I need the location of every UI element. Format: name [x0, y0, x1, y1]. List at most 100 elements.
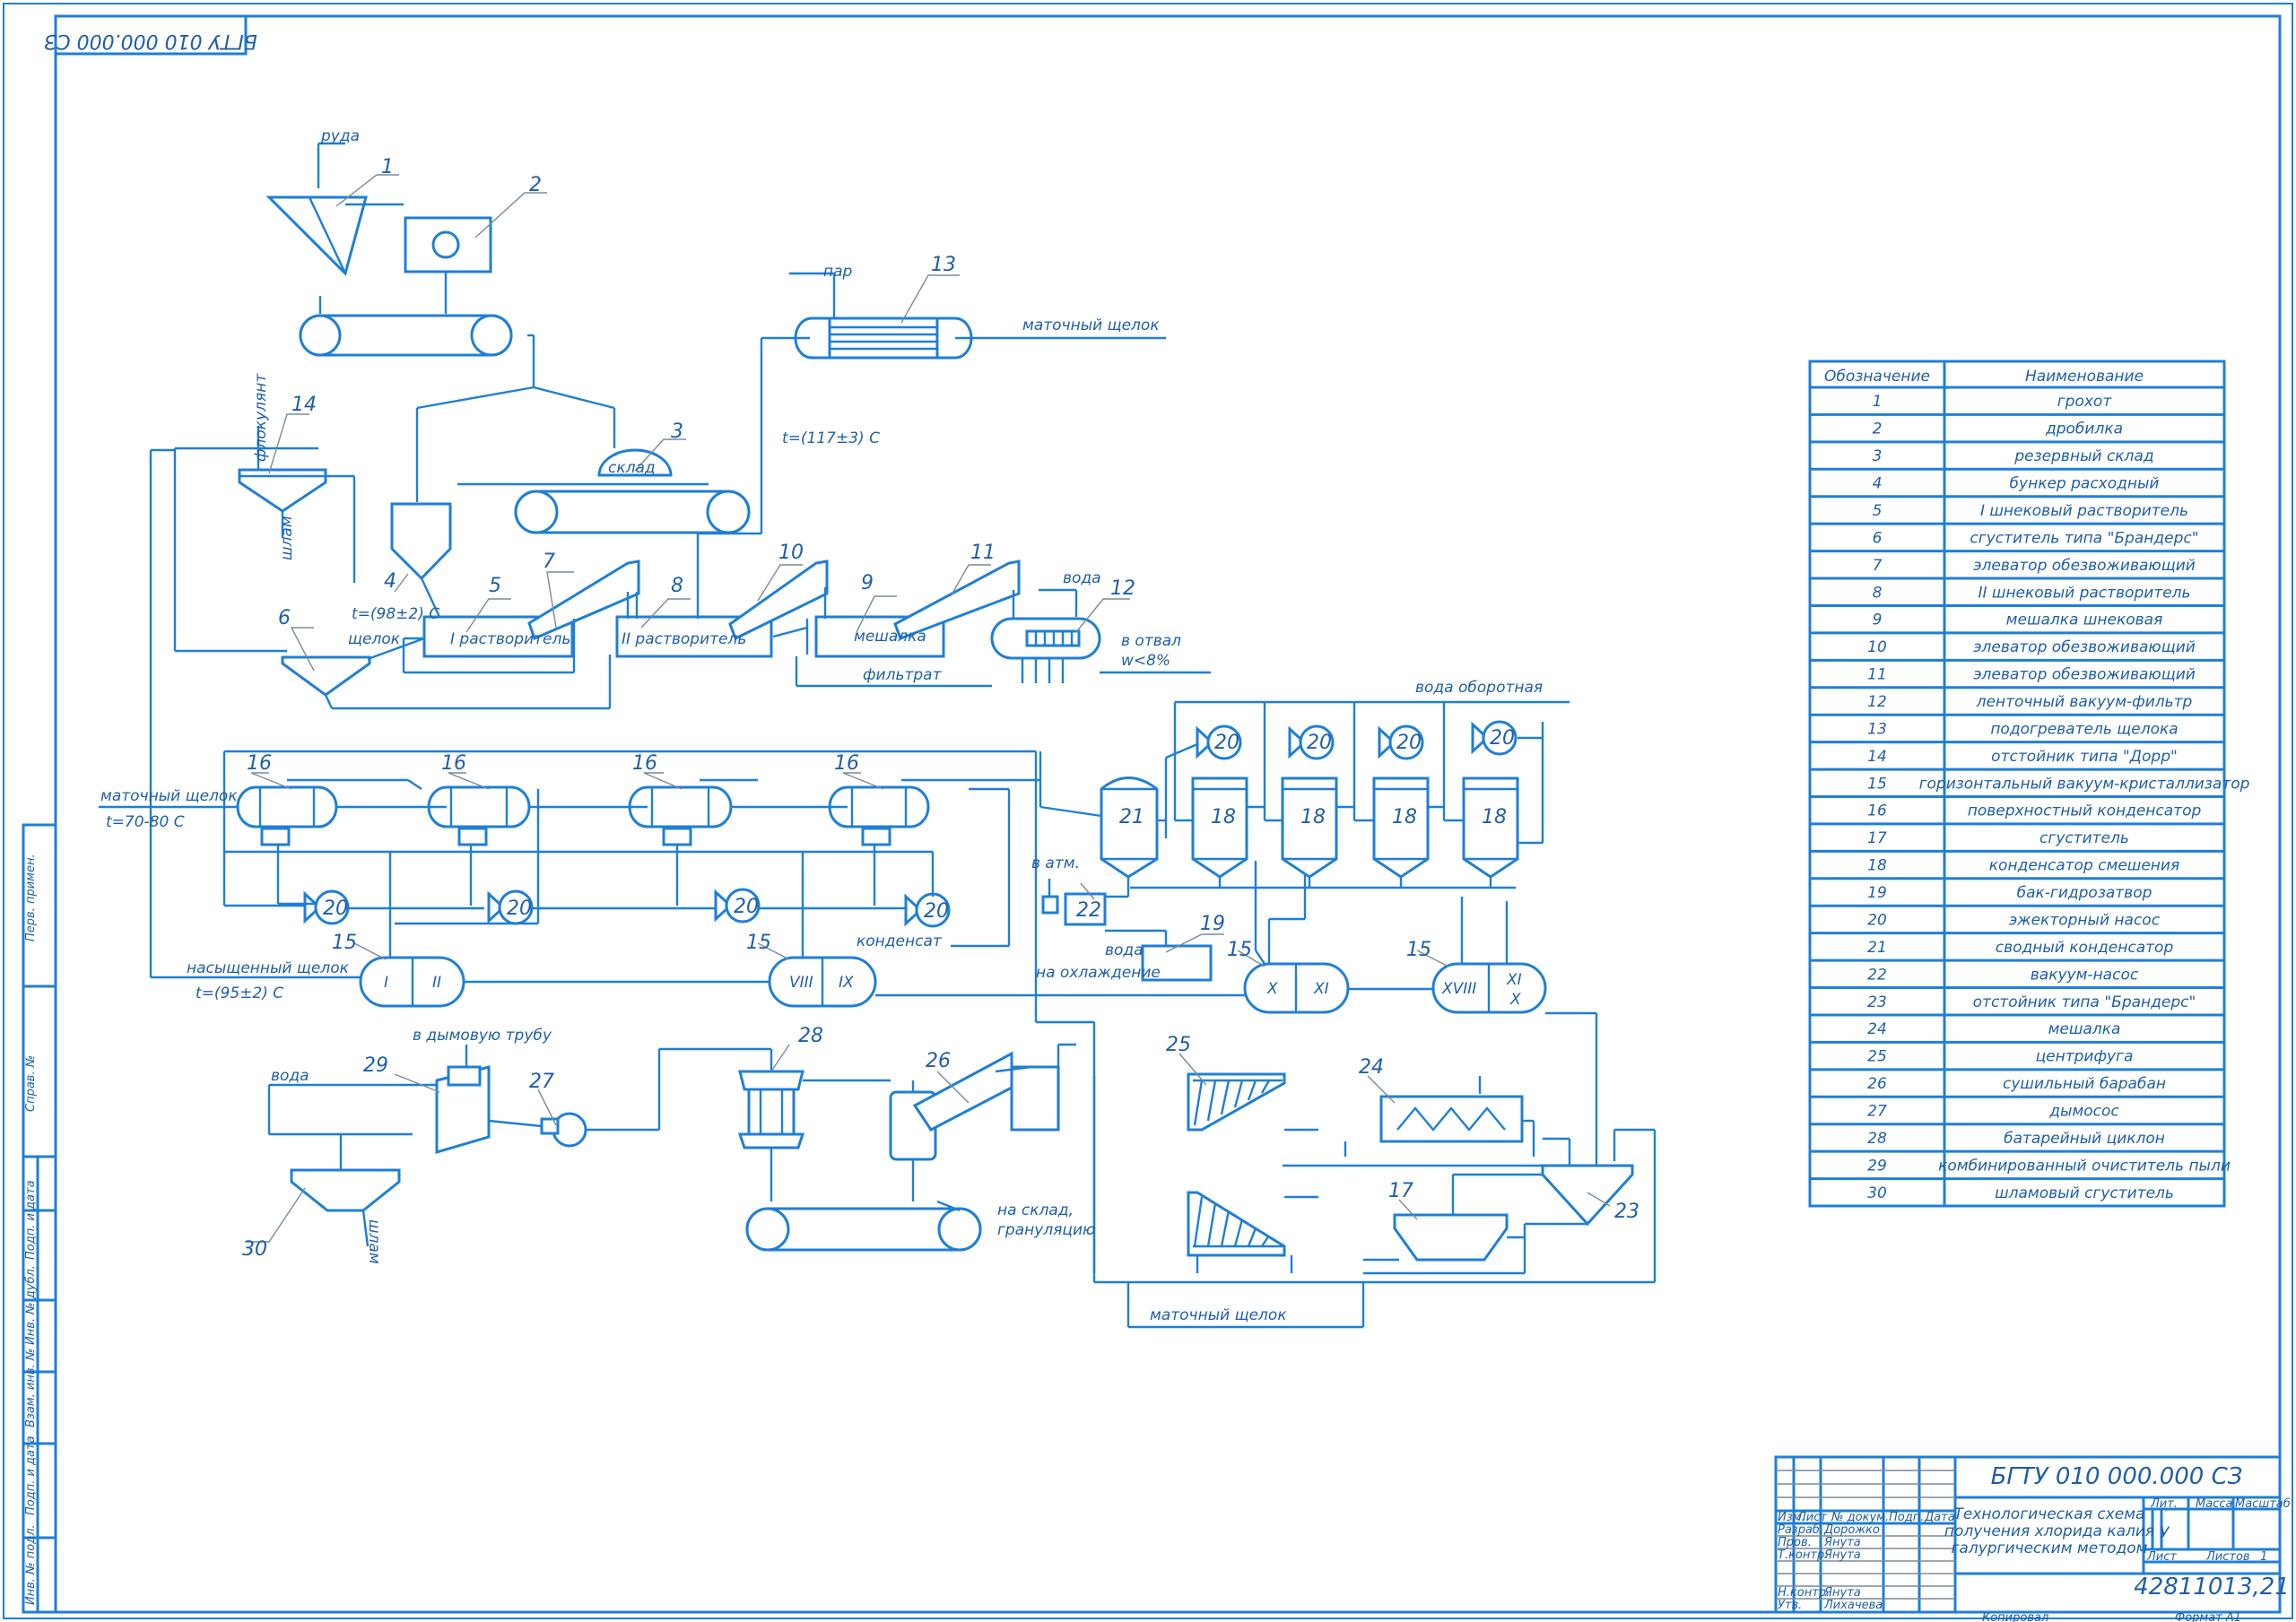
cr-label-1: I [384, 974, 388, 992]
pos-10: 10 [778, 542, 804, 564]
spec-code: 16 [1867, 802, 1887, 820]
pos-23: 23 [1614, 1201, 1639, 1223]
spec-code: 28 [1867, 1130, 1887, 1148]
label-v-atm: в атм. [1031, 854, 1080, 872]
label-voda-oborotnaya: вода оборотная [1415, 679, 1543, 697]
pos-20c: 20 [1396, 732, 1422, 754]
pos-16d: 16 [834, 752, 859, 775]
title-line-3: галургическим методом [1951, 1540, 2147, 1557]
pos-22: 22 [1076, 899, 1101, 922]
spec-name: бак-гидрозатвор [2017, 884, 2152, 902]
tb-name-nkontr: Янута [1823, 1586, 1861, 1600]
tb-role-tkontr: Т.контр. [1778, 1548, 1828, 1562]
spec-code: 7 [1873, 557, 1883, 575]
spec-name: центрифуга [2036, 1048, 2134, 1066]
spec-code: 15 [1867, 775, 1887, 793]
tb-role-razrab: Разраб. [1778, 1523, 1823, 1537]
belt-conveyor-top [299, 314, 513, 357]
crystallizer-15a [359, 956, 465, 1008]
label-voda-bottom: вода [271, 1067, 309, 1085]
pos-20d: 20 [1490, 727, 1515, 750]
pos-20f: 20 [507, 898, 532, 920]
stream-labels: руда флокулянт шлам склад пар маточный щ… [100, 127, 1543, 1324]
spec-code: 8 [1873, 584, 1883, 602]
tb-role-prov: Пров. [1778, 1536, 1812, 1549]
tb-hdr-podp: Подп. [1889, 1511, 1924, 1524]
ejector-pumps-20-upper [1196, 720, 1518, 760]
pos-15d: 15 [1406, 939, 1431, 961]
pos-30: 30 [242, 1238, 267, 1261]
strip-podp2: Подп. и дата [24, 1436, 38, 1515]
spec-code: 1 [1873, 393, 1883, 411]
pos-28: 28 [798, 1025, 823, 1047]
spec-name: подогреватель щелока [1990, 720, 2178, 738]
dryer-26 [889, 1051, 1060, 1161]
spec-name: элеватор обезвоживающий [1973, 557, 2196, 575]
dust-cleaner-29 [435, 1065, 491, 1155]
pos-9: 9 [861, 572, 874, 594]
spec-code: 21 [1867, 939, 1887, 957]
pos-3: 3 [671, 421, 683, 443]
label-matochny-top: маточный щелок [1022, 317, 1160, 334]
spec-code: 18 [1867, 857, 1887, 875]
pos-20h: 20 [924, 900, 949, 923]
belt-conveyor-store [514, 490, 751, 534]
spec-code: 10 [1867, 638, 1887, 656]
thickener-17 [1393, 1213, 1509, 1262]
spec-code: 29 [1867, 1157, 1887, 1175]
label-voda-ohl1: вода [1105, 941, 1144, 959]
spec-name: резервный склад [2013, 447, 2153, 465]
pos-20g: 20 [734, 896, 759, 918]
tb-role-utv: Утв. [1778, 1599, 1802, 1612]
spec-name: вакуум-насос [2031, 966, 2139, 984]
tb-hdr-data: Дата [1924, 1511, 1955, 1524]
spec-name: мешалка шнековая [2006, 612, 2163, 629]
battery-cyclone-28 [737, 1070, 805, 1149]
heater-13 [794, 317, 973, 360]
tb-copied: Копировал [1982, 1611, 2048, 1622]
tb-name-prov: Янута [1823, 1536, 1861, 1549]
pos-18d: 18 [1482, 806, 1507, 828]
pos-20b: 20 [1307, 732, 1332, 754]
pos-5: 5 [489, 575, 501, 597]
spec-code: 27 [1867, 1102, 1887, 1120]
tb-massa-hdr: Масса [2196, 1497, 2232, 1511]
thickener-6 [281, 655, 371, 697]
label-shlam: шлам [278, 516, 296, 560]
strip-vzam: Взам. инв. № [24, 1349, 38, 1427]
title-line-1: Технологическая схема [1954, 1505, 2145, 1523]
label-voda-ohl2: на охлаждение [1036, 964, 1161, 982]
pos-4: 4 [384, 570, 396, 593]
spec-name: I шнековый растворитель [1980, 502, 2188, 520]
doc-code-stamp: БГТУ 010 000.000 СЗ [44, 30, 257, 52]
label-v-otval: в отвал [1121, 632, 1181, 650]
label-matochny-mid: маточный щелок [100, 787, 238, 805]
cr-label-5: X [1266, 980, 1278, 998]
pos-13: 13 [931, 254, 956, 276]
spec-name: батарейный циклон [2004, 1130, 2165, 1148]
label-matochny-bottom: маточный щелок [1150, 1306, 1287, 1324]
pos-16b: 16 [441, 752, 466, 775]
tb-scale-hdr: Масштаб [2235, 1497, 2291, 1511]
label-kondensat: конденсат [857, 932, 943, 950]
spec-code: 14 [1867, 748, 1887, 766]
surface-condenser-16d [828, 785, 930, 846]
spec-code: 5 [1873, 502, 1883, 520]
spec-name: бункер расходный [2010, 475, 2160, 493]
pos-11: 11 [970, 542, 996, 564]
label-w: w<8% [1121, 652, 1170, 670]
pos-18a: 18 [1211, 806, 1236, 828]
pos-18c: 18 [1392, 806, 1417, 828]
label-flokulyant: флокулянт [252, 373, 270, 462]
process-flow-drawing: БГТУ 010 000.000 СЗ Перв. примен. Справ.… [3, 3, 2293, 1622]
tb-name-tkontr: Янута [1823, 1548, 1861, 1562]
spec-name: отстойник типа "Дорр" [1991, 748, 2178, 766]
spec-name: II шнековый растворитель [1978, 584, 2190, 602]
spec-code: 3 [1873, 447, 1883, 465]
spec-header-code: Обозначение [1824, 368, 1930, 386]
label-ruda: руда [320, 127, 360, 145]
spec-code: 25 [1867, 1048, 1887, 1066]
spec-code: 24 [1867, 1020, 1887, 1038]
flow-lines-middle [99, 448, 1598, 1273]
tb-group: 42811013,21 [2134, 1574, 2290, 1600]
